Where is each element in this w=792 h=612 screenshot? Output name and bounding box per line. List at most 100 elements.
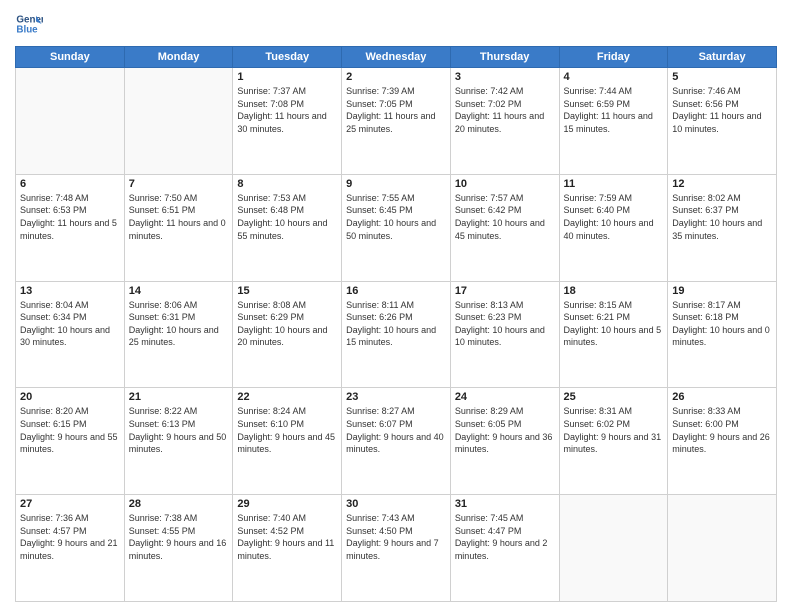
day-number: 19 [672, 285, 772, 297]
day-info: Sunrise: 7:45 AM Sunset: 4:47 PM Dayligh… [455, 512, 555, 562]
weekday-header: Saturday [668, 47, 777, 68]
calendar-day-cell [559, 495, 668, 602]
day-number: 8 [237, 178, 337, 190]
calendar-day-cell: 27 Sunrise: 7:36 AM Sunset: 4:57 PM Dayli… [16, 495, 125, 602]
day-info: Sunrise: 8:27 AM Sunset: 6:07 PM Dayligh… [346, 405, 446, 455]
calendar-week-row: 1 Sunrise: 7:37 AM Sunset: 7:08 PM Daylig… [16, 68, 777, 175]
day-info: Sunrise: 7:55 AM Sunset: 6:45 PM Dayligh… [346, 192, 446, 242]
calendar-day-cell: 17 Sunrise: 8:13 AM Sunset: 6:23 PM Dayli… [450, 281, 559, 388]
calendar-header-row: SundayMondayTuesdayWednesdayThursdayFrid… [16, 47, 777, 68]
day-number: 3 [455, 71, 555, 83]
calendar-day-cell: 16 Sunrise: 8:11 AM Sunset: 6:26 PM Dayli… [342, 281, 451, 388]
day-number: 31 [455, 498, 555, 510]
day-number: 17 [455, 285, 555, 297]
calendar-day-cell: 26Sunrise: 8:33 AM Sunset: 6:00 PM Dayli… [668, 388, 777, 495]
day-info: Sunrise: 7:44 AM Sunset: 6:59 PM Dayligh… [564, 85, 664, 135]
calendar-day-cell [16, 68, 125, 175]
day-info: Sunrise: 8:22 AM Sunset: 6:13 PM Dayligh… [129, 405, 229, 455]
calendar-day-cell: 4 Sunrise: 7:44 AM Sunset: 6:59 PM Daylig… [559, 68, 668, 175]
calendar-week-row: 13 Sunrise: 8:04 AM Sunset: 6:34 PM Dayli… [16, 281, 777, 388]
day-info: Sunrise: 7:50 AM Sunset: 6:51 PM Dayligh… [129, 192, 229, 242]
day-info: Sunrise: 7:59 AM Sunset: 6:40 PM Dayligh… [564, 192, 664, 242]
day-number: 10 [455, 178, 555, 190]
calendar-day-cell [124, 68, 233, 175]
day-info: Sunrise: 7:57 AM Sunset: 6:42 PM Dayligh… [455, 192, 555, 242]
weekday-header: Wednesday [342, 47, 451, 68]
day-info: Sunrise: 7:38 AM Sunset: 4:55 PM Dayligh… [129, 512, 229, 562]
calendar-day-cell: 31 Sunrise: 7:45 AM Sunset: 4:47 PM Dayli… [450, 495, 559, 602]
calendar-day-cell: 18Sunrise: 8:15 AM Sunset: 6:21 PM Dayli… [559, 281, 668, 388]
header: General Blue [15, 10, 777, 38]
day-number: 4 [564, 71, 664, 83]
day-number: 22 [237, 391, 337, 403]
calendar-day-cell: 1 Sunrise: 7:37 AM Sunset: 7:08 PM Daylig… [233, 68, 342, 175]
calendar-day-cell: 28 Sunrise: 7:38 AM Sunset: 4:55 PM Dayli… [124, 495, 233, 602]
calendar-day-cell: 10 Sunrise: 7:57 AM Sunset: 6:42 PM Dayli… [450, 174, 559, 281]
day-number: 14 [129, 285, 229, 297]
day-info: Sunrise: 8:29 AM Sunset: 6:05 PM Dayligh… [455, 405, 555, 455]
day-info: Sunrise: 8:31 AM Sunset: 6:02 PM Dayligh… [564, 405, 664, 455]
day-number: 18 [564, 285, 664, 297]
day-number: 13 [20, 285, 120, 297]
day-number: 28 [129, 498, 229, 510]
day-info: Sunrise: 8:11 AM Sunset: 6:26 PM Dayligh… [346, 299, 446, 349]
logo: General Blue [15, 10, 47, 38]
calendar-week-row: 6 Sunrise: 7:48 AM Sunset: 6:53 PM Daylig… [16, 174, 777, 281]
calendar-day-cell: 5Sunrise: 7:46 AM Sunset: 6:56 PM Daylig… [668, 68, 777, 175]
weekday-header: Thursday [450, 47, 559, 68]
calendar-day-cell: 14Sunrise: 8:06 AM Sunset: 6:31 PM Dayli… [124, 281, 233, 388]
calendar-day-cell: 24Sunrise: 8:29 AM Sunset: 6:05 PM Dayli… [450, 388, 559, 495]
day-info: Sunrise: 7:36 AM Sunset: 4:57 PM Dayligh… [20, 512, 120, 562]
svg-text:Blue: Blue [16, 24, 38, 35]
calendar-day-cell: 11Sunrise: 7:59 AM Sunset: 6:40 PM Dayli… [559, 174, 668, 281]
calendar-day-cell: 12 Sunrise: 8:02 AM Sunset: 6:37 PM Dayli… [668, 174, 777, 281]
day-number: 27 [20, 498, 120, 510]
day-info: Sunrise: 7:43 AM Sunset: 4:50 PM Dayligh… [346, 512, 446, 562]
calendar-week-row: 20Sunrise: 8:20 AM Sunset: 6:15 PM Dayli… [16, 388, 777, 495]
day-info: Sunrise: 7:48 AM Sunset: 6:53 PM Dayligh… [20, 192, 120, 242]
day-number: 5 [672, 71, 772, 83]
page: General Blue SundayMondayTuesdayWednesda… [0, 0, 792, 612]
day-number: 2 [346, 71, 446, 83]
calendar-day-cell: 9Sunrise: 7:55 AM Sunset: 6:45 PM Daylig… [342, 174, 451, 281]
calendar-day-cell: 15 Sunrise: 8:08 AM Sunset: 6:29 PM Dayli… [233, 281, 342, 388]
day-number: 30 [346, 498, 446, 510]
day-number: 25 [564, 391, 664, 403]
day-info: Sunrise: 8:04 AM Sunset: 6:34 PM Dayligh… [20, 299, 120, 349]
calendar-week-row: 27 Sunrise: 7:36 AM Sunset: 4:57 PM Dayli… [16, 495, 777, 602]
day-info: Sunrise: 7:53 AM Sunset: 6:48 PM Dayligh… [237, 192, 337, 242]
calendar-day-cell: 30 Sunrise: 7:43 AM Sunset: 4:50 PM Dayli… [342, 495, 451, 602]
day-info: Sunrise: 7:39 AM Sunset: 7:05 PM Dayligh… [346, 85, 446, 135]
calendar-day-cell [668, 495, 777, 602]
calendar-day-cell: 2 Sunrise: 7:39 AM Sunset: 7:05 PM Daylig… [342, 68, 451, 175]
day-info: Sunrise: 8:13 AM Sunset: 6:23 PM Dayligh… [455, 299, 555, 349]
day-number: 1 [237, 71, 337, 83]
calendar-table: SundayMondayTuesdayWednesdayThursdayFrid… [15, 46, 777, 602]
day-info: Sunrise: 7:40 AM Sunset: 4:52 PM Dayligh… [237, 512, 337, 562]
day-number: 21 [129, 391, 229, 403]
day-info: Sunrise: 8:33 AM Sunset: 6:00 PM Dayligh… [672, 405, 772, 455]
calendar-day-cell: 25 Sunrise: 8:31 AM Sunset: 6:02 PM Dayli… [559, 388, 668, 495]
day-info: Sunrise: 8:17 AM Sunset: 6:18 PM Dayligh… [672, 299, 772, 349]
day-number: 6 [20, 178, 120, 190]
calendar-day-cell: 19 Sunrise: 8:17 AM Sunset: 6:18 PM Dayli… [668, 281, 777, 388]
weekday-header: Monday [124, 47, 233, 68]
calendar-day-cell: 8 Sunrise: 7:53 AM Sunset: 6:48 PM Daylig… [233, 174, 342, 281]
day-info: Sunrise: 8:08 AM Sunset: 6:29 PM Dayligh… [237, 299, 337, 349]
logo-icon: General Blue [15, 10, 43, 38]
day-number: 15 [237, 285, 337, 297]
day-info: Sunrise: 7:37 AM Sunset: 7:08 PM Dayligh… [237, 85, 337, 135]
day-info: Sunrise: 7:42 AM Sunset: 7:02 PM Dayligh… [455, 85, 555, 135]
calendar-day-cell: 6 Sunrise: 7:48 AM Sunset: 6:53 PM Daylig… [16, 174, 125, 281]
day-number: 20 [20, 391, 120, 403]
day-number: 23 [346, 391, 446, 403]
weekday-header: Tuesday [233, 47, 342, 68]
calendar-day-cell: 13 Sunrise: 8:04 AM Sunset: 6:34 PM Dayli… [16, 281, 125, 388]
calendar-day-cell: 29 Sunrise: 7:40 AM Sunset: 4:52 PM Dayli… [233, 495, 342, 602]
day-number: 16 [346, 285, 446, 297]
calendar-day-cell: 20Sunrise: 8:20 AM Sunset: 6:15 PM Dayli… [16, 388, 125, 495]
day-info: Sunrise: 8:02 AM Sunset: 6:37 PM Dayligh… [672, 192, 772, 242]
weekday-header: Sunday [16, 47, 125, 68]
day-number: 12 [672, 178, 772, 190]
day-number: 29 [237, 498, 337, 510]
